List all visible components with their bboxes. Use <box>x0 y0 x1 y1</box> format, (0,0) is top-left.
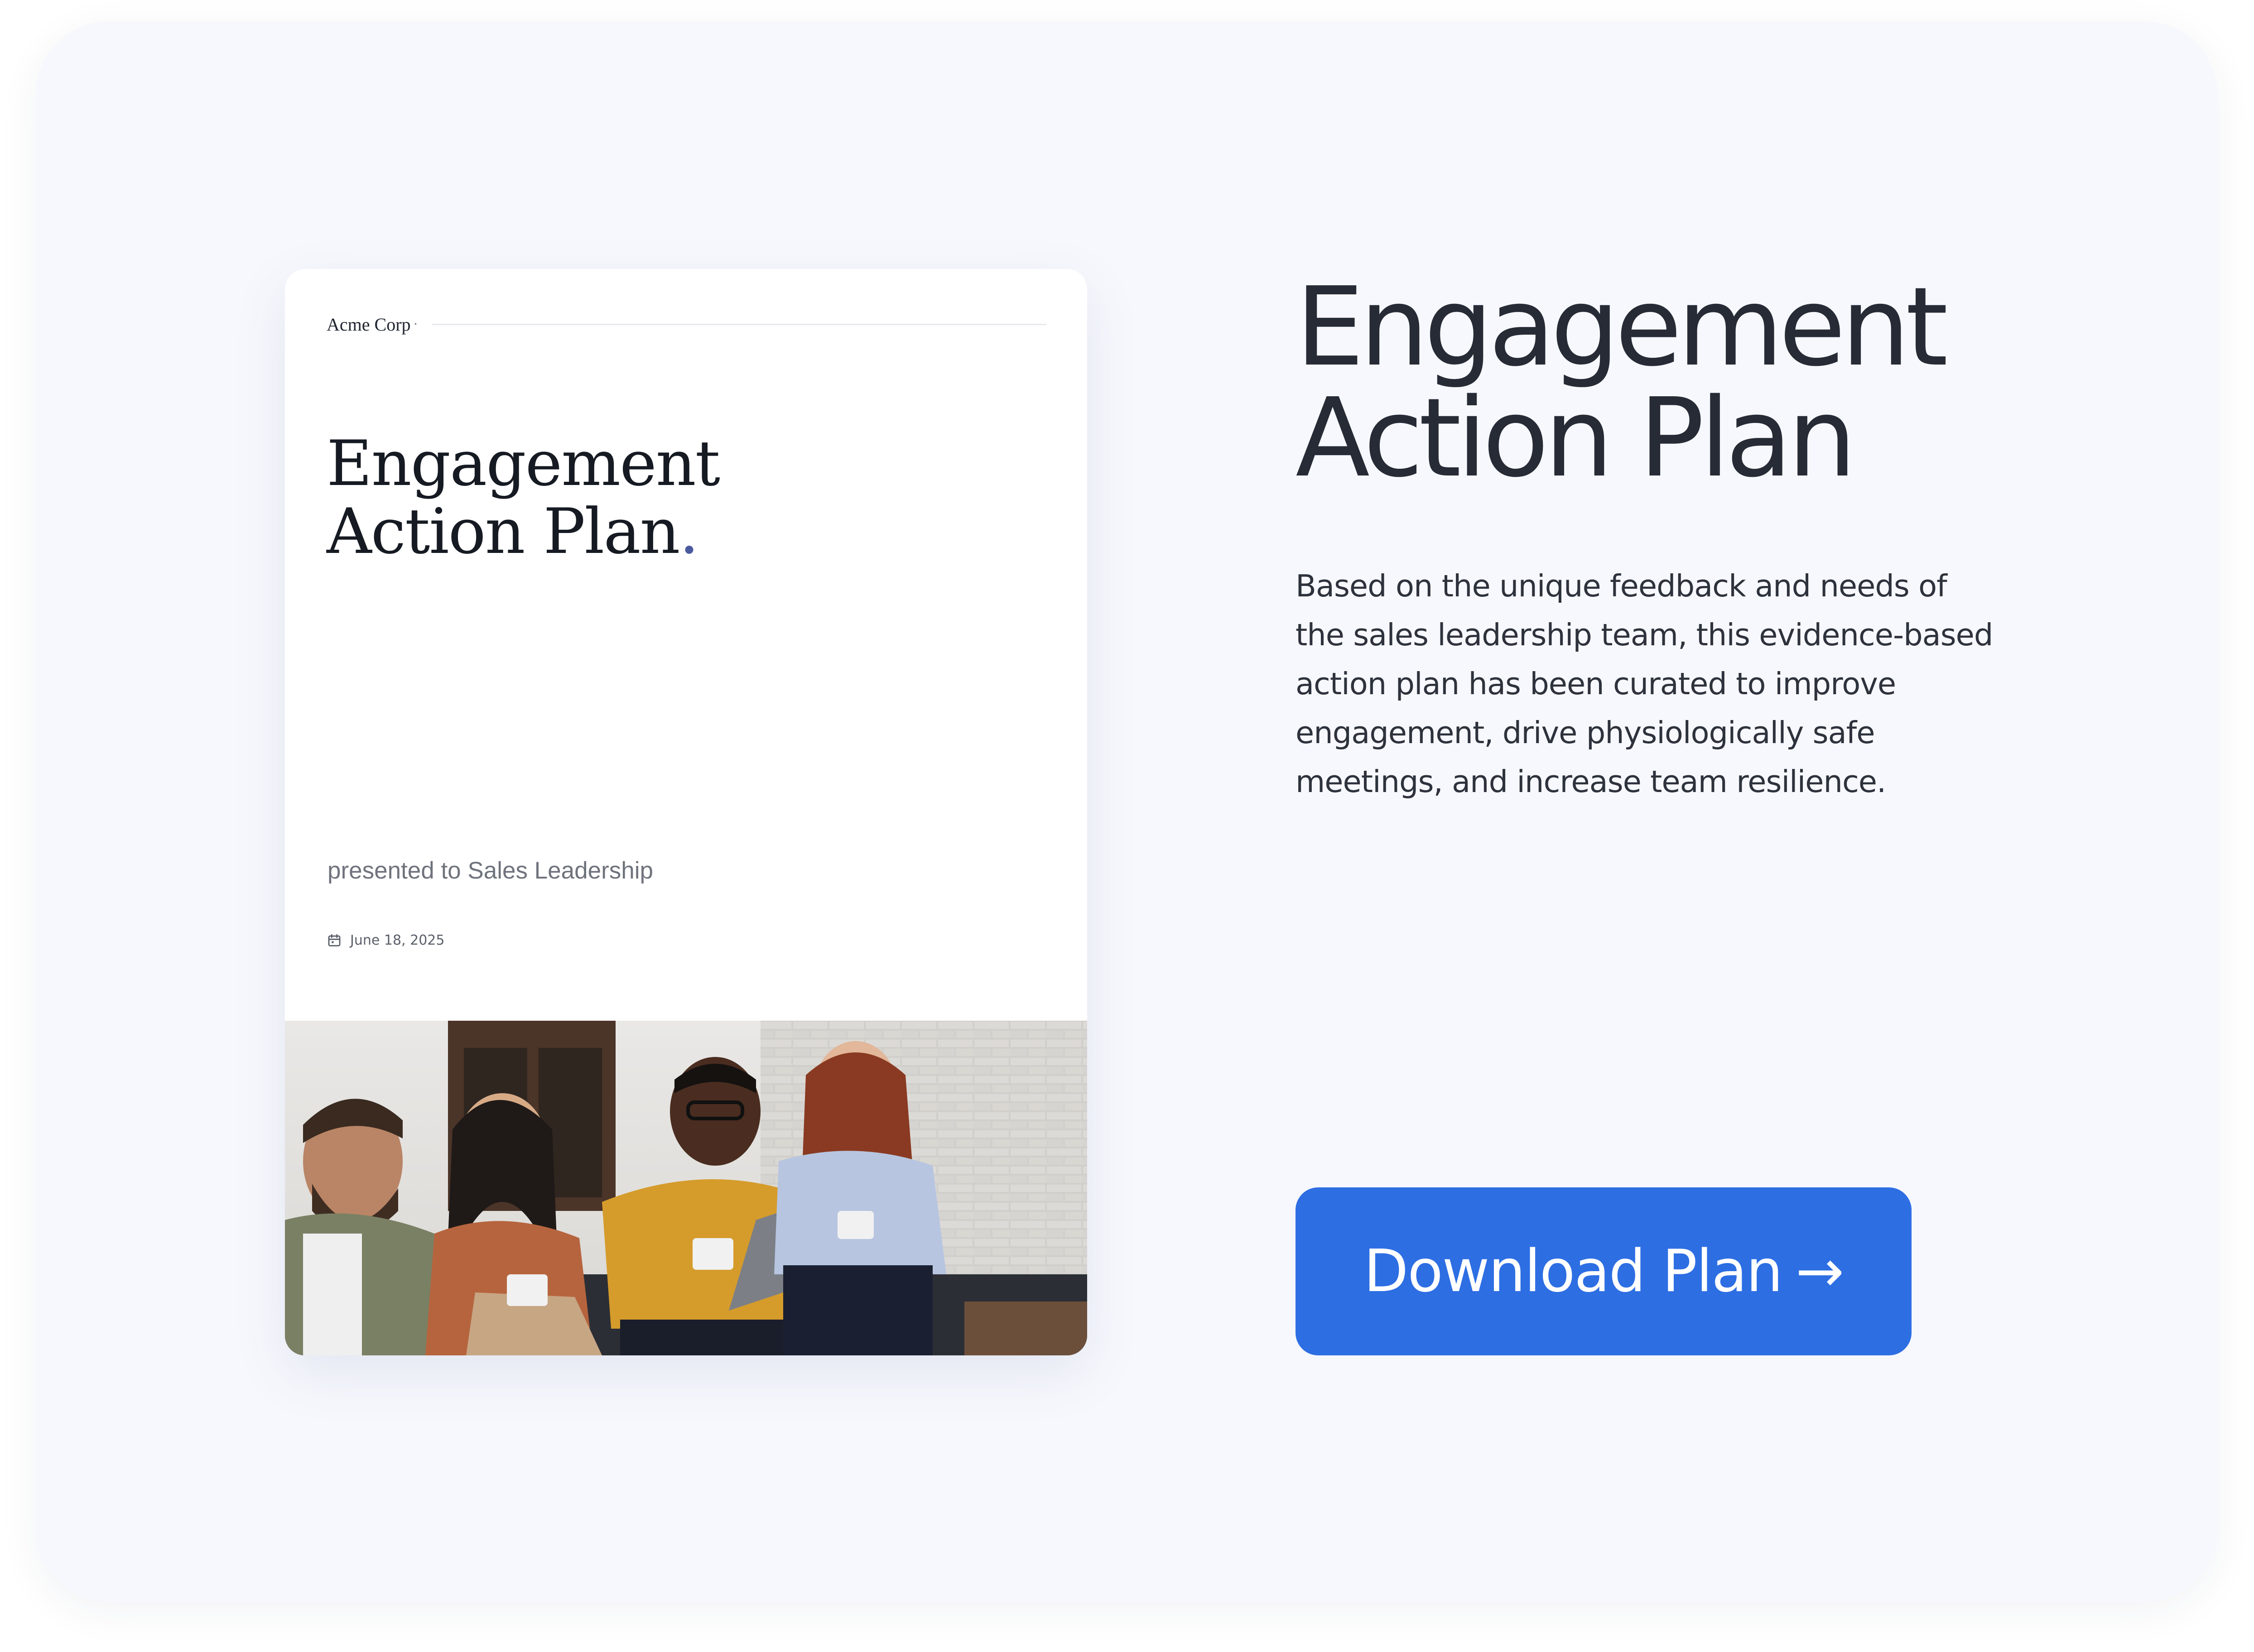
document-title-line2: Action Plan <box>327 495 680 568</box>
page-title-line1: Engagement <box>1296 264 1948 390</box>
team-photo <box>285 1021 1087 1355</box>
document-preview: Acme Corp · Engagement Action Plan. pres… <box>285 269 1087 1355</box>
document-header: Acme Corp · <box>327 311 1046 338</box>
arrow-right-icon: → <box>1796 1238 1844 1305</box>
page-title-line2: Action Plan <box>1296 375 1857 501</box>
document-title-line1: Engagement <box>327 427 720 500</box>
plan-description: Based on the unique feedback and needs o… <box>1296 568 1993 799</box>
company-separator: · <box>413 317 418 331</box>
document-title-line2-wrap: Action Plan. <box>327 498 719 566</box>
calendar-icon <box>328 934 341 946</box>
document-subtitle: presented to Sales Leadership <box>328 857 653 884</box>
title-accent-dot: . <box>679 495 699 568</box>
page-title: Engagement Action Plan <box>1296 264 1948 501</box>
document-date-row: June 18, 2025 <box>327 932 444 948</box>
download-plan-button[interactable]: Download Plan → <box>1296 1187 1912 1355</box>
document-title: Engagement Action Plan. <box>327 427 720 566</box>
header-divider <box>431 323 1046 325</box>
company-name: Acme Corp <box>327 314 411 335</box>
document-date: June 18, 2025 <box>350 932 445 948</box>
download-plan-label: Download Plan <box>1363 1238 1783 1305</box>
